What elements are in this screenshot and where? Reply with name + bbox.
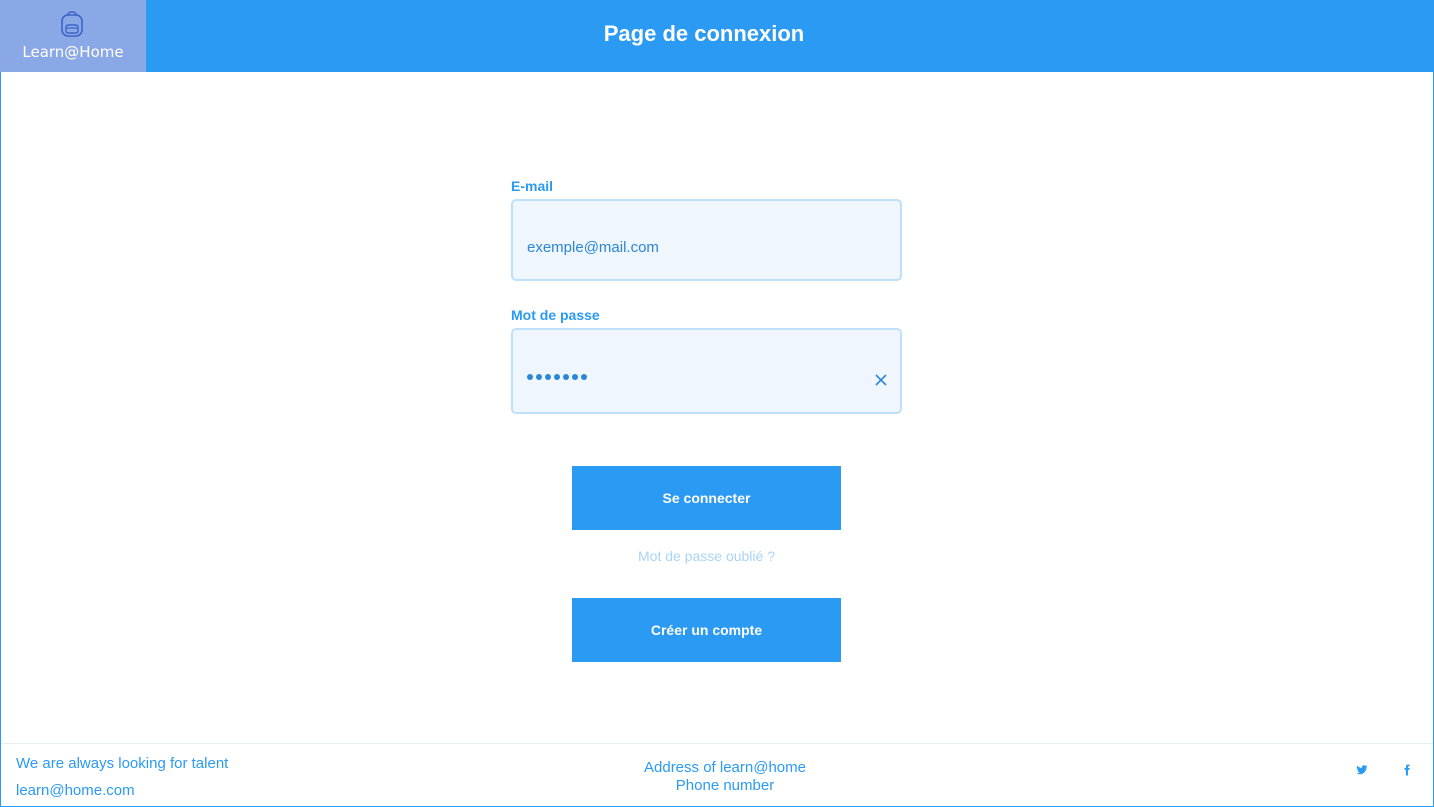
password-dot bbox=[554, 374, 560, 380]
forgot-password-link[interactable]: Mot de passe oublié ? bbox=[572, 548, 841, 564]
password-dot bbox=[563, 374, 569, 380]
footer-email[interactable]: learn@home.com bbox=[16, 782, 135, 799]
email-label: E-mail bbox=[511, 178, 554, 194]
create-account-button[interactable]: Créer un compte bbox=[572, 598, 841, 662]
email-value: exemple@mail.com bbox=[527, 239, 659, 256]
password-mask bbox=[527, 374, 587, 380]
footer: We are always looking for talent learn@h… bbox=[1, 743, 1433, 806]
logo[interactable]: Learn@Home bbox=[0, 0, 146, 72]
password-dot bbox=[581, 374, 587, 380]
login-button[interactable]: Se connecter bbox=[572, 466, 841, 530]
backpack-icon bbox=[61, 11, 83, 37]
password-dot bbox=[536, 374, 542, 380]
password-label: Mot de passe bbox=[511, 307, 600, 323]
password-dot bbox=[572, 374, 578, 380]
footer-address: Address of learn@home bbox=[644, 759, 806, 776]
email-field[interactable]: exemple@mail.com bbox=[511, 199, 902, 281]
footer-tagline: We are always looking for talent bbox=[16, 755, 229, 772]
password-dot bbox=[527, 374, 533, 380]
password-field[interactable] bbox=[511, 328, 902, 414]
password-dot bbox=[545, 374, 551, 380]
page-title: Page de connexion bbox=[603, 21, 805, 46]
facebook-icon[interactable] bbox=[1401, 764, 1413, 776]
twitter-icon[interactable] bbox=[1356, 764, 1368, 776]
footer-phone: Phone number bbox=[675, 777, 775, 794]
top-bar: Learn@Home Page de connexion bbox=[0, 0, 1434, 72]
clear-icon[interactable] bbox=[874, 373, 888, 387]
logo-text: Learn@Home bbox=[22, 43, 124, 61]
